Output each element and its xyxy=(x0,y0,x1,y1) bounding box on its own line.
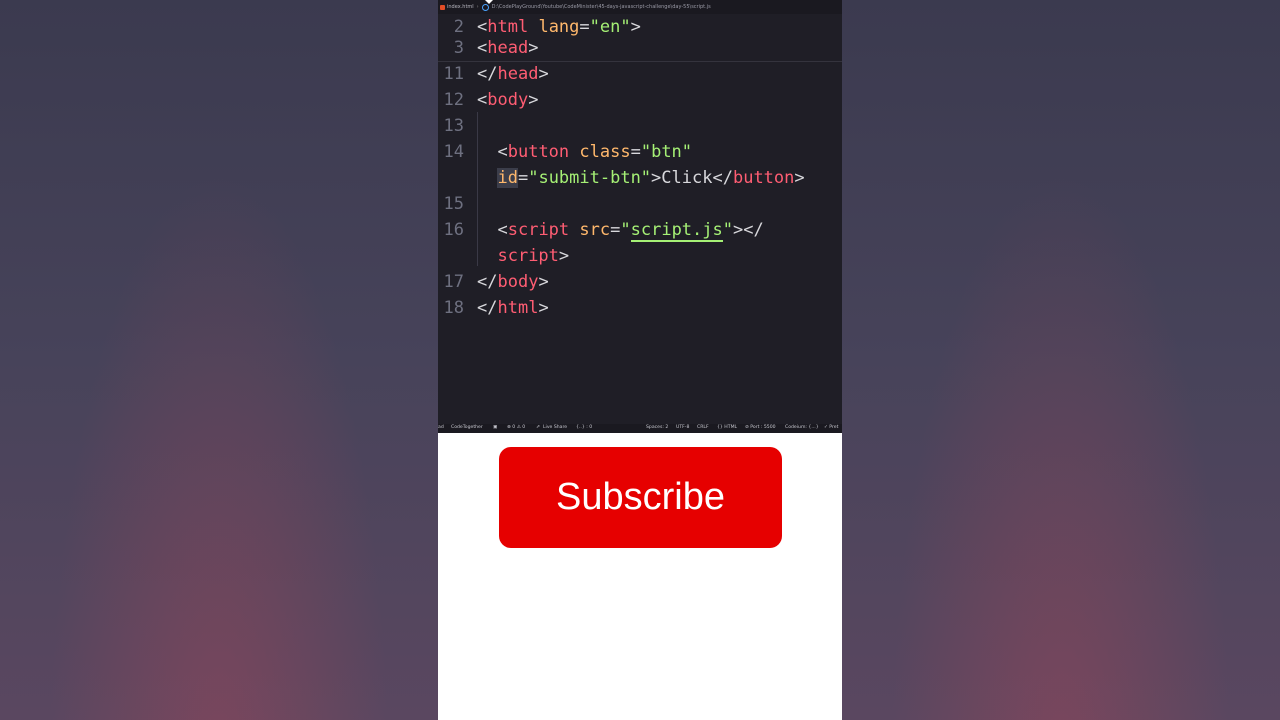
code-token: < xyxy=(497,220,508,240)
js-file-icon xyxy=(481,3,489,11)
code-token: = xyxy=(630,142,641,162)
code-token: button xyxy=(732,168,795,188)
code-token: " xyxy=(722,220,733,240)
line-number: 12 xyxy=(443,90,464,110)
live-share-icon[interactable]: ⇗ xyxy=(536,425,540,430)
code-token: lang xyxy=(538,17,580,37)
editor-tab-bar: index.html › D:\CodePlayGround\Youtube\C… xyxy=(438,0,842,15)
status-live-share[interactable]: Live Share xyxy=(543,425,567,430)
html-file-icon xyxy=(440,4,445,10)
code-token: script xyxy=(497,246,559,266)
code-text: <script src="script.js"></ xyxy=(477,217,764,243)
code-token: "en" xyxy=(589,17,631,37)
code-token: head xyxy=(497,64,539,84)
line-number: 16 xyxy=(443,220,464,240)
line-number: 13 xyxy=(443,116,464,136)
status-encoding[interactable]: UTF-8 xyxy=(676,425,689,430)
status-codetogether[interactable]: CodeTogether xyxy=(451,425,483,430)
code-token: Click xyxy=(661,168,713,188)
code-text: </html> xyxy=(477,295,549,321)
status-prettier[interactable]: ✓ Pret xyxy=(824,425,838,430)
code-token: </ xyxy=(712,168,733,188)
code-editor: index.html › D:\CodePlayGround\Youtube\C… xyxy=(438,0,842,433)
status-language[interactable]: {} HTML xyxy=(717,425,737,430)
code-token: > xyxy=(558,246,570,266)
code-token: " xyxy=(620,220,631,240)
line-number: 11 xyxy=(443,64,464,84)
code-token: > xyxy=(538,272,549,292)
code-token: </ xyxy=(477,298,498,318)
code-token: "submit-btn" xyxy=(528,168,652,188)
code-token: > xyxy=(528,90,539,110)
code-token: </ xyxy=(477,64,498,84)
code-token: src xyxy=(579,220,611,240)
code-token: > xyxy=(528,38,539,58)
indent-guide xyxy=(477,112,478,266)
code-token: < xyxy=(477,90,488,110)
code-text: id="submit-btn">Click</button> xyxy=(477,165,805,191)
cursor-marker-icon xyxy=(485,0,493,4)
code-token: button xyxy=(507,142,570,162)
code-token: = xyxy=(610,220,621,240)
status-codeium[interactable]: Codeium: {...} xyxy=(785,425,819,430)
line-number: 18 xyxy=(443,298,464,318)
status-bar: ad CodeTogether ▣ ⊗ 0 ⚠ 0 ⇗ Live Share {… xyxy=(438,424,842,433)
tab-file-name: index.html xyxy=(447,4,474,10)
code-token: html xyxy=(497,298,539,318)
status-spaces[interactable]: Spaces: 2 xyxy=(646,425,668,430)
code-token: body xyxy=(487,90,529,110)
line-number: 14 xyxy=(443,142,464,162)
code-token: > xyxy=(630,17,641,37)
background-left-blur xyxy=(0,0,438,720)
line-number: 3 xyxy=(453,38,464,58)
status-left-item[interactable]: ad xyxy=(438,425,444,430)
code-token: ></ xyxy=(733,220,764,240)
code-text: script> xyxy=(477,243,569,269)
background-right-blur xyxy=(842,0,1280,720)
layout-icon[interactable]: ▣ xyxy=(493,425,497,430)
breadcrumb-path[interactable]: D:\CodePlayGround\Youtube\CodeMinister\4… xyxy=(492,4,711,10)
chevron-right-icon: › xyxy=(476,4,479,10)
code-text: <button class="btn" xyxy=(477,139,692,165)
video-frame: index.html › D:\CodePlayGround\Youtube\C… xyxy=(438,0,842,720)
code-token: > xyxy=(538,64,549,84)
code-token: > xyxy=(538,298,549,318)
code-token: > xyxy=(794,168,805,188)
subscribe-button[interactable]: Subscribe xyxy=(499,447,782,548)
line-number: 15 xyxy=(443,194,464,214)
code-token: > xyxy=(651,168,662,188)
code-token: = xyxy=(517,168,529,188)
code-token: < xyxy=(477,38,488,58)
code-token: html xyxy=(487,17,529,37)
code-token: class xyxy=(579,142,631,162)
code-token: < xyxy=(497,142,508,162)
code-token: id xyxy=(497,168,518,188)
code-text: </head> xyxy=(477,61,549,87)
status-eol[interactable]: CRLF xyxy=(697,425,709,430)
code-text: <head> xyxy=(477,35,538,61)
line-number: 17 xyxy=(443,272,464,292)
tab-index-html[interactable]: index.html xyxy=(438,4,474,10)
code-token: script.js xyxy=(630,220,723,242)
code-token: body xyxy=(497,272,539,292)
code-token: </ xyxy=(477,272,498,292)
code-token: script xyxy=(507,220,570,240)
code-token: head xyxy=(487,38,529,58)
code-token: < xyxy=(477,17,488,37)
code-text: </body> xyxy=(477,269,549,295)
status-cursor[interactable]: {..} : 0 xyxy=(576,425,592,430)
status-port[interactable]: ⊘ Port : 5500 xyxy=(745,425,776,430)
code-token: = xyxy=(579,17,590,37)
code-token: "btn" xyxy=(640,142,693,162)
code-text: <body> xyxy=(477,87,538,113)
status-problems[interactable]: ⊗ 0 ⚠ 0 xyxy=(507,425,525,430)
